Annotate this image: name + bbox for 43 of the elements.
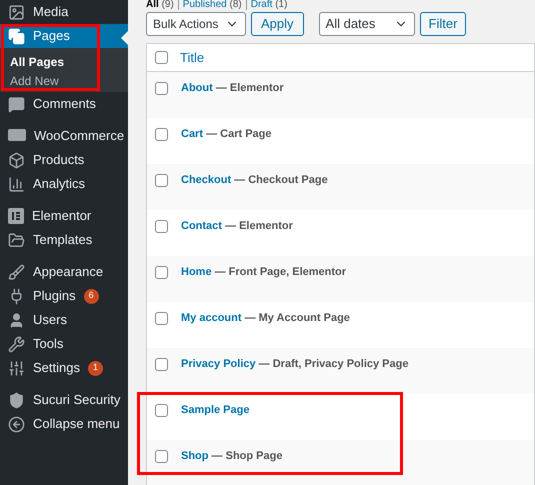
count-badge: 6 <box>84 288 99 304</box>
page-state: — Shop Page <box>210 449 282 464</box>
page-title-link[interactable]: My account <box>181 310 242 326</box>
page-state: — Cart Page <box>205 127 272 142</box>
submenu-item[interactable]: All Pages <box>0 52 128 71</box>
sidebar-item[interactable]: Collapse menu <box>0 412 128 436</box>
date-filter-dropdown[interactable]: All dates <box>318 12 415 36</box>
sidebar-item[interactable]: Elementor <box>0 204 128 228</box>
count-badge: 1 <box>88 360 103 376</box>
page-title-link[interactable]: Checkout <box>181 172 232 188</box>
bulk-actions-dropdown[interactable]: Bulk Actions <box>146 12 246 36</box>
sidebar-item[interactable]: Comments <box>0 92 128 116</box>
apply-button[interactable]: Apply <box>251 12 304 36</box>
status-filter-link[interactable]: All (9) <box>146 0 174 10</box>
page-state: — My Account Page <box>244 311 350 326</box>
page-title-link[interactable]: Shop <box>181 448 208 464</box>
sidebar-item[interactable]: Appearance <box>0 260 128 284</box>
sidebar-item[interactable]: Users <box>0 308 128 332</box>
page-state: — Checkout Page <box>233 173 328 188</box>
page-title-link[interactable]: Privacy Policy <box>181 356 256 372</box>
page-state: — Draft, Privacy Policy Page <box>258 357 408 372</box>
page-state: — Elementor <box>224 219 293 234</box>
column-header[interactable]: Title <box>180 48 204 68</box>
sidebar-item[interactable]: Plugins 6 <box>0 284 128 308</box>
sidebar-item[interactable]: Media <box>0 0 128 24</box>
sidebar-item[interactable]: Templates <box>0 228 128 252</box>
sidebar-item[interactable]: Sucuri Security <box>0 388 128 412</box>
submenu-item[interactable]: Add New <box>0 71 128 90</box>
page-title-link[interactable]: Contact <box>181 218 222 234</box>
page-title-link[interactable]: Cart <box>181 126 204 142</box>
sidebar-item[interactable]: Products <box>0 148 128 172</box>
sidebar-item[interactable]: Analytics <box>0 172 128 196</box>
sidebar-item[interactable]: WooCommerce <box>0 124 128 148</box>
page-state: — Front Page, Elementor <box>214 265 346 280</box>
status-filter-link[interactable]: Published (8) <box>182 0 242 10</box>
sidebar-item[interactable]: Tools <box>0 332 128 356</box>
page-state: — Elementor <box>214 81 284 96</box>
filter-button[interactable]: Filter <box>420 12 466 36</box>
page-title-link[interactable]: Sample Page <box>181 402 250 418</box>
status-filter-link[interactable]: Draft (1) <box>250 0 288 10</box>
page-title-link[interactable]: About <box>181 80 213 96</box>
page-title-link[interactable]: Home <box>181 264 212 280</box>
sidebar-item[interactable]: Settings 1 <box>0 356 128 380</box>
